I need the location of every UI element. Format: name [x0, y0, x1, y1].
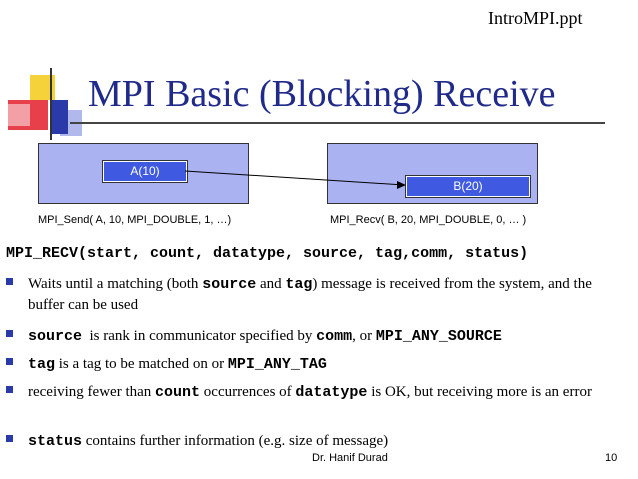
bullet-code: count	[155, 384, 201, 401]
transfer-arrow	[184, 170, 406, 189]
bullet-code: source	[28, 328, 83, 345]
bullet-code: tag	[28, 356, 56, 373]
bullet-marker-icon	[6, 386, 13, 393]
bullet-text: receiving fewer than	[28, 384, 156, 400]
bullet-marker-icon	[6, 358, 13, 365]
bullet-item: source is rank in communicator specified…	[6, 326, 618, 347]
bullet-code: MPI_ANY_SOURCE	[375, 328, 502, 345]
bullet-code: comm	[316, 328, 353, 345]
bullet-item: tag is a tag to be matched on or MPI_ANY…	[6, 354, 618, 375]
bullet-item: Waits until a matching (both source and …	[6, 274, 618, 315]
page-number: 10	[605, 452, 618, 464]
bullet-code: status	[28, 433, 83, 450]
bullet-text: , or	[352, 328, 376, 344]
bullet-item: status contains further information (e.g…	[6, 431, 618, 452]
footer-author: Dr. Hanif Durad	[312, 452, 388, 464]
recv-caption: MPI_Recv( B, 20, MPI_DOUBLE, 0, … )	[330, 214, 527, 226]
bullet-text: is rank in communicator specified by	[82, 328, 317, 344]
bullet-text: Waits until a matching (both	[28, 276, 203, 292]
bullet-code: datatype	[295, 384, 368, 401]
bullet-code: source	[202, 276, 257, 293]
bullet-text: occurrences of	[200, 384, 296, 400]
bullet-code: MPI_ANY_TAG	[227, 356, 327, 373]
send-caption: MPI_Send( A, 10, MPI_DOUBLE, 1, …)	[38, 214, 232, 226]
function-signature: MPI_RECV(start, count, datatype, source,…	[6, 245, 529, 262]
bullet-text: is OK, but receiving more is an error	[367, 384, 592, 400]
bullet-marker-icon	[6, 330, 13, 337]
bullet-text: contains further information (e.g. size …	[82, 433, 389, 449]
bullet-text: is a tag to be matched on or	[55, 356, 228, 372]
bullet-text: and	[256, 276, 286, 292]
bullet-marker-icon	[6, 278, 13, 285]
bullet-marker-icon	[6, 435, 13, 442]
bullet-code: tag	[285, 276, 313, 293]
bullet-item: receiving fewer than count occurrences o…	[6, 382, 618, 403]
